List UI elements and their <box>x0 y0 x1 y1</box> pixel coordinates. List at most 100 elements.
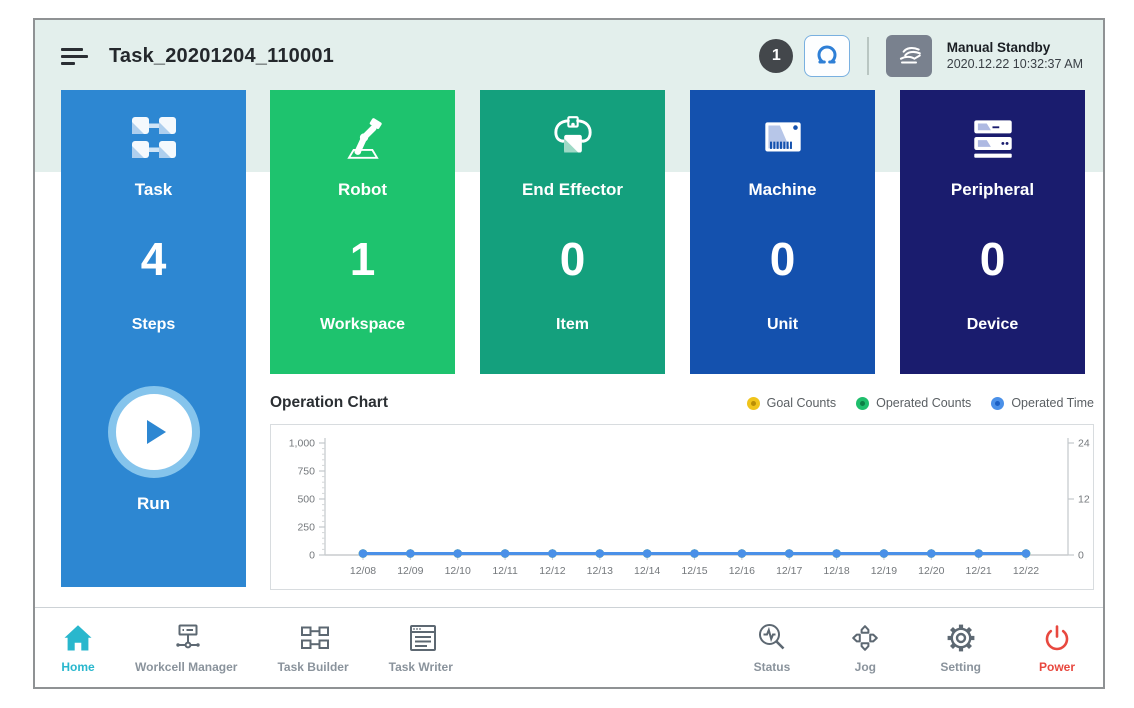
svg-text:12/13: 12/13 <box>587 565 613 577</box>
svg-text:0: 0 <box>309 550 315 562</box>
bottom-nav: Home Workcell Manager <box>35 607 1103 687</box>
card-unit: Device <box>967 316 1019 334</box>
home-icon <box>61 621 95 655</box>
operation-chart: 02505007501,0000122412/0812/0912/1012/11… <box>270 424 1094 590</box>
svg-text:1,000: 1,000 <box>289 438 315 450</box>
task-blocks-icon <box>130 110 178 166</box>
nav-label: Power <box>1039 660 1075 674</box>
svg-text:0: 0 <box>1078 550 1084 562</box>
card-machine[interactable]: Machine 0 Unit <box>690 90 875 374</box>
svg-text:12/18: 12/18 <box>823 565 849 577</box>
workcell-manager-icon <box>169 621 203 655</box>
legend-operated-counts: Operated Counts <box>856 396 971 410</box>
card-end-effector[interactable]: End Effector 0 Item <box>480 90 665 374</box>
svg-text:12: 12 <box>1078 494 1090 506</box>
task-writer-icon <box>404 621 438 655</box>
gripper-tool-icon <box>547 110 599 166</box>
notification-badge[interactable]: 1 <box>759 39 793 73</box>
card-task[interactable]: Task 4 Steps Run <box>61 90 246 587</box>
svg-text:250: 250 <box>297 522 315 534</box>
legend-dot-yellow <box>747 397 760 410</box>
operation-chart-svg: 02505007501,0000122412/0812/0912/1012/11… <box>271 425 1095 589</box>
legend-label: Goal Counts <box>767 396 836 410</box>
mode-status: Manual Standby 2020.12.22 10:32:37 AM <box>947 40 1083 73</box>
legend-dot-blue <box>991 397 1004 410</box>
gripper-icon <box>814 43 840 69</box>
page-title: Task_20201204_110001 <box>109 45 334 68</box>
nav-home[interactable]: Home <box>61 621 95 674</box>
card-unit: Item <box>556 316 589 334</box>
svg-text:12/22: 12/22 <box>1013 565 1039 577</box>
gripper-button[interactable] <box>804 35 850 77</box>
svg-text:12/10: 12/10 <box>445 565 471 577</box>
nav-label: Task Writer <box>389 660 453 674</box>
nav-label: Status <box>754 660 791 674</box>
legend-goal-counts: Goal Counts <box>747 396 836 410</box>
card-unit: Unit <box>767 316 798 334</box>
manual-mode-button[interactable] <box>886 35 932 77</box>
nav-task-builder[interactable]: Task Builder <box>277 621 348 674</box>
nav-label: Setting <box>940 660 981 674</box>
card-label: Peripheral <box>951 180 1034 200</box>
svg-text:12/11: 12/11 <box>492 565 518 577</box>
svg-text:12/08: 12/08 <box>350 565 376 577</box>
run-circle <box>108 386 200 478</box>
card-label: End Effector <box>522 180 623 200</box>
card-robot[interactable]: Robot 1 Workspace <box>270 90 455 374</box>
legend-label: Operated Counts <box>876 396 971 410</box>
card-peripheral[interactable]: Peripheral 0 Device <box>900 90 1085 374</box>
nav-workcell-manager[interactable]: Workcell Manager <box>135 621 237 674</box>
nav-label: Task Builder <box>277 660 348 674</box>
menu-icon[interactable] <box>61 44 91 68</box>
card-label: Task <box>135 180 173 200</box>
chart-legend: Goal Counts Operated Counts Operated Tim… <box>747 396 1094 410</box>
nav-label: Workcell Manager <box>135 660 237 674</box>
svg-text:750: 750 <box>297 466 315 478</box>
app-window: Task_20201204_110001 1 <box>33 18 1105 689</box>
nav-group-right: Status Jog <box>754 621 1075 674</box>
svg-text:12/14: 12/14 <box>634 565 660 577</box>
svg-text:12/12: 12/12 <box>539 565 565 577</box>
chart-title: Operation Chart <box>270 394 388 412</box>
nav-power[interactable]: Power <box>1039 621 1075 674</box>
power-icon <box>1040 621 1074 655</box>
nav-group-left: Home Workcell Manager <box>61 621 453 674</box>
svg-text:24: 24 <box>1078 438 1090 450</box>
svg-text:12/21: 12/21 <box>966 565 992 577</box>
legend-dot-green <box>856 397 869 410</box>
nav-label: Home <box>61 660 94 674</box>
chart-header: Operation Chart Goal Counts Operated Cou… <box>270 394 1094 412</box>
nav-jog[interactable]: Jog <box>848 621 882 674</box>
svg-text:12/09: 12/09 <box>397 565 423 577</box>
task-builder-icon <box>296 621 330 655</box>
machine-icon <box>757 110 809 166</box>
card-unit: Steps <box>132 316 176 334</box>
header-bar: Task_20201204_110001 1 <box>35 20 1103 92</box>
nav-status[interactable]: Status <box>754 621 791 674</box>
card-value: 4 <box>141 232 167 286</box>
svg-text:12/17: 12/17 <box>776 565 802 577</box>
card-value: 1 <box>350 232 376 286</box>
nav-setting[interactable]: Setting <box>940 621 981 674</box>
card-value: 0 <box>770 232 796 286</box>
svg-text:12/20: 12/20 <box>918 565 944 577</box>
peripheral-icon <box>967 110 1019 166</box>
card-label: Machine <box>748 180 816 200</box>
setting-gear-icon <box>944 621 978 655</box>
svg-text:12/19: 12/19 <box>871 565 897 577</box>
header-divider <box>867 37 869 75</box>
jog-icon <box>848 621 882 655</box>
svg-text:12/16: 12/16 <box>729 565 755 577</box>
run-button[interactable]: Run <box>108 386 200 514</box>
card-unit: Workspace <box>320 316 405 334</box>
mode-label: Manual Standby <box>947 40 1083 57</box>
nav-label: Jog <box>855 660 876 674</box>
status-icon <box>755 621 789 655</box>
card-value: 0 <box>560 232 586 286</box>
legend-label: Operated Time <box>1011 396 1094 410</box>
nav-task-writer[interactable]: Task Writer <box>389 621 453 674</box>
header-right: 1 Manual Standby <box>759 35 1083 77</box>
timestamp: 2020.12.22 10:32:37 AM <box>947 57 1083 73</box>
hand-icon <box>895 42 923 70</box>
play-icon <box>136 414 172 450</box>
